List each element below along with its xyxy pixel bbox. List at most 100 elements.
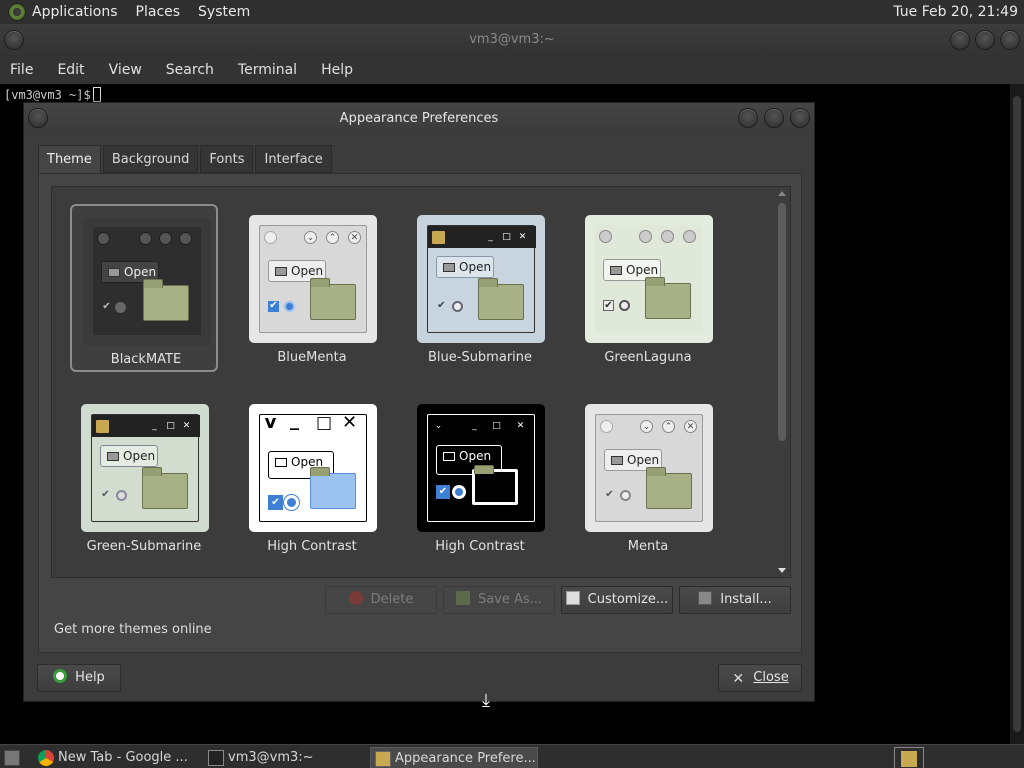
theme-item-blackmate[interactable]: Open ✔ BlackMATE <box>70 204 218 372</box>
theme-item-greenlaguna[interactable]: Open ✔ GreenLaguna <box>574 204 722 372</box>
preview-minimize-icon: ⌄ <box>304 231 317 244</box>
preview-close-icon: ✕ <box>342 412 358 433</box>
install-label: Install... <box>720 592 772 607</box>
task-terminal[interactable]: vm3@vm3:~ <box>204 747 364 768</box>
close-label: Close <box>753 670 789 685</box>
help-button[interactable]: Help <box>37 664 121 692</box>
terminal-close-icon[interactable] <box>1000 30 1020 50</box>
clock[interactable]: Tue Feb 20, 21:49 <box>893 4 1018 20</box>
theme-name: Blue-Submarine <box>427 350 533 365</box>
terminal-menu-view[interactable]: View <box>109 62 142 78</box>
theme-item-high-contrast[interactable]: v _ □ ✕ Open ✔ High Contrast <box>238 393 386 561</box>
scroll-up-icon[interactable] <box>778 191 786 196</box>
scroll-down-icon[interactable] <box>778 568 786 573</box>
task-chrome[interactable]: New Tab - Google ... <box>34 747 198 768</box>
terminal-menu-file[interactable]: File <box>10 62 33 78</box>
dialog-minimize-icon[interactable] <box>738 108 758 128</box>
terminal-scroll-thumb[interactable] <box>1013 96 1021 732</box>
preview-minimize-icon: _ <box>472 421 477 431</box>
preview-menu-icon <box>264 231 277 244</box>
dialog-titlebar[interactable]: Appearance Preferences <box>24 103 814 135</box>
preview-maximize-icon: □ <box>502 232 511 242</box>
text-cursor <box>92 87 101 102</box>
close-icon: ✕ <box>732 671 745 687</box>
tab-bar: Theme Background Fonts Interface <box>38 145 334 173</box>
preview-close-icon: ✕ <box>348 231 361 244</box>
folder-icon <box>478 278 524 320</box>
theme-item-menta[interactable]: ⌄ ⌃ ✕ Open ✔ Menta <box>574 393 722 561</box>
theme-preview: Open ✔ <box>83 217 211 345</box>
preview-radio-icon <box>452 485 466 499</box>
menu-applications[interactable]: Applications <box>32 4 118 20</box>
help-label: Help <box>75 670 105 685</box>
preview-maximize-icon <box>159 232 172 245</box>
terminal-titlebar[interactable]: vm3@vm3:~ <box>0 24 1024 56</box>
preview-menu-icon: v <box>264 412 277 433</box>
folder-icon <box>142 467 188 509</box>
install-button[interactable]: Install... <box>679 586 791 614</box>
preview-radio-icon <box>619 300 630 311</box>
preview-radio-icon <box>452 301 463 312</box>
theme-item-blue-submarine[interactable]: _ □ ✕ Open ✔ Blue-Submarine <box>406 204 554 372</box>
theme-list[interactable]: Open ✔ BlackMATE ⌄ ⌃ ✕ Open ✔ BlueMenta … <box>51 186 791 578</box>
preview-window: ⌄ ⌃ ✕ Open ✔ <box>595 414 703 522</box>
terminal-minimize-icon[interactable] <box>950 30 970 50</box>
preview-close-icon: ✕ <box>684 420 697 433</box>
preview-maximize-icon: □ <box>166 421 175 431</box>
delete-label: Delete <box>370 592 414 607</box>
terminal-icon <box>208 750 224 766</box>
theme-item-bluementa[interactable]: ⌄ ⌃ ✕ Open ✔ BlueMenta <box>238 204 386 372</box>
theme-preview: v _ □ ✕ Open ✔ <box>249 404 377 532</box>
preview-open-label: Open <box>627 453 660 467</box>
open-icon <box>275 267 287 276</box>
terminal-menu-help[interactable]: Help <box>321 62 353 78</box>
menu-system[interactable]: System <box>198 4 250 20</box>
open-icon <box>107 452 119 461</box>
preview-open-label: Open <box>291 264 324 278</box>
terminal-menu-search[interactable]: Search <box>166 62 214 78</box>
terminal-menubar: File Edit View Search Terminal Help <box>0 56 1024 84</box>
terminal-menu-icon[interactable] <box>4 30 24 50</box>
open-icon <box>443 452 455 461</box>
delete-icon <box>348 591 363 605</box>
preview-close-icon <box>683 230 696 243</box>
get-more-themes-link[interactable]: Get more themes online <box>54 622 212 637</box>
dialog-close-icon[interactable] <box>790 108 810 128</box>
customize-button[interactable]: Customize... <box>561 586 673 614</box>
delete-button[interactable]: Delete <box>325 586 437 614</box>
terminal-scrollbar[interactable] <box>1010 84 1024 744</box>
theme-list-scroll-thumb[interactable] <box>778 203 786 441</box>
terminal-menu-edit[interactable]: Edit <box>57 62 84 78</box>
preview-menu-icon <box>599 230 612 243</box>
workspace-switcher[interactable] <box>894 747 924 768</box>
terminal-menu-terminal[interactable]: Terminal <box>238 62 297 78</box>
folder-icon <box>646 467 692 509</box>
terminal-maximize-icon[interactable] <box>975 30 995 50</box>
folder-icon <box>472 465 518 505</box>
preview-radio-icon <box>284 495 299 510</box>
dialog-menu-icon[interactable] <box>28 108 48 128</box>
tab-fonts[interactable]: Fonts <box>200 145 254 173</box>
tab-theme[interactable]: Theme <box>38 145 101 173</box>
close-button[interactable]: ✕ Close <box>718 664 802 692</box>
folder-icon <box>645 277 691 319</box>
theme-item-green-submarine[interactable]: _ □ ✕ Open ✔ Green-Submarine <box>70 393 218 561</box>
show-desktop-button[interactable] <box>2 747 22 768</box>
theme-preview: ⌄ ⌃ ✕ Open ✔ <box>585 404 713 532</box>
mate-logo-icon[interactable] <box>8 3 26 21</box>
preview-maximize-icon: □ <box>492 421 501 431</box>
preview-radio-icon <box>115 302 126 313</box>
dialog-maximize-icon[interactable] <box>764 108 784 128</box>
tab-interface[interactable]: Interface <box>255 145 332 173</box>
task-chrome-label: New Tab - Google ... <box>58 750 188 765</box>
theme-item-high-contrast-inverse[interactable]: ⌄ _ □ ✕ Open ✔ High Contrast <box>406 393 554 561</box>
terminal-prompt: [vm3@vm3 ~]$ <box>4 87 101 102</box>
menu-places[interactable]: Places <box>136 4 181 20</box>
preview-menu-icon: ⌄ <box>434 421 443 431</box>
theme-list-scrollbar[interactable] <box>776 189 788 575</box>
save-as-button[interactable]: Save As... <box>443 586 555 614</box>
preview-open-label: Open <box>124 265 157 279</box>
show-desktop-icon <box>4 750 20 766</box>
task-appearance[interactable]: Appearance Prefere... <box>370 747 538 768</box>
tab-background[interactable]: Background <box>102 145 199 173</box>
